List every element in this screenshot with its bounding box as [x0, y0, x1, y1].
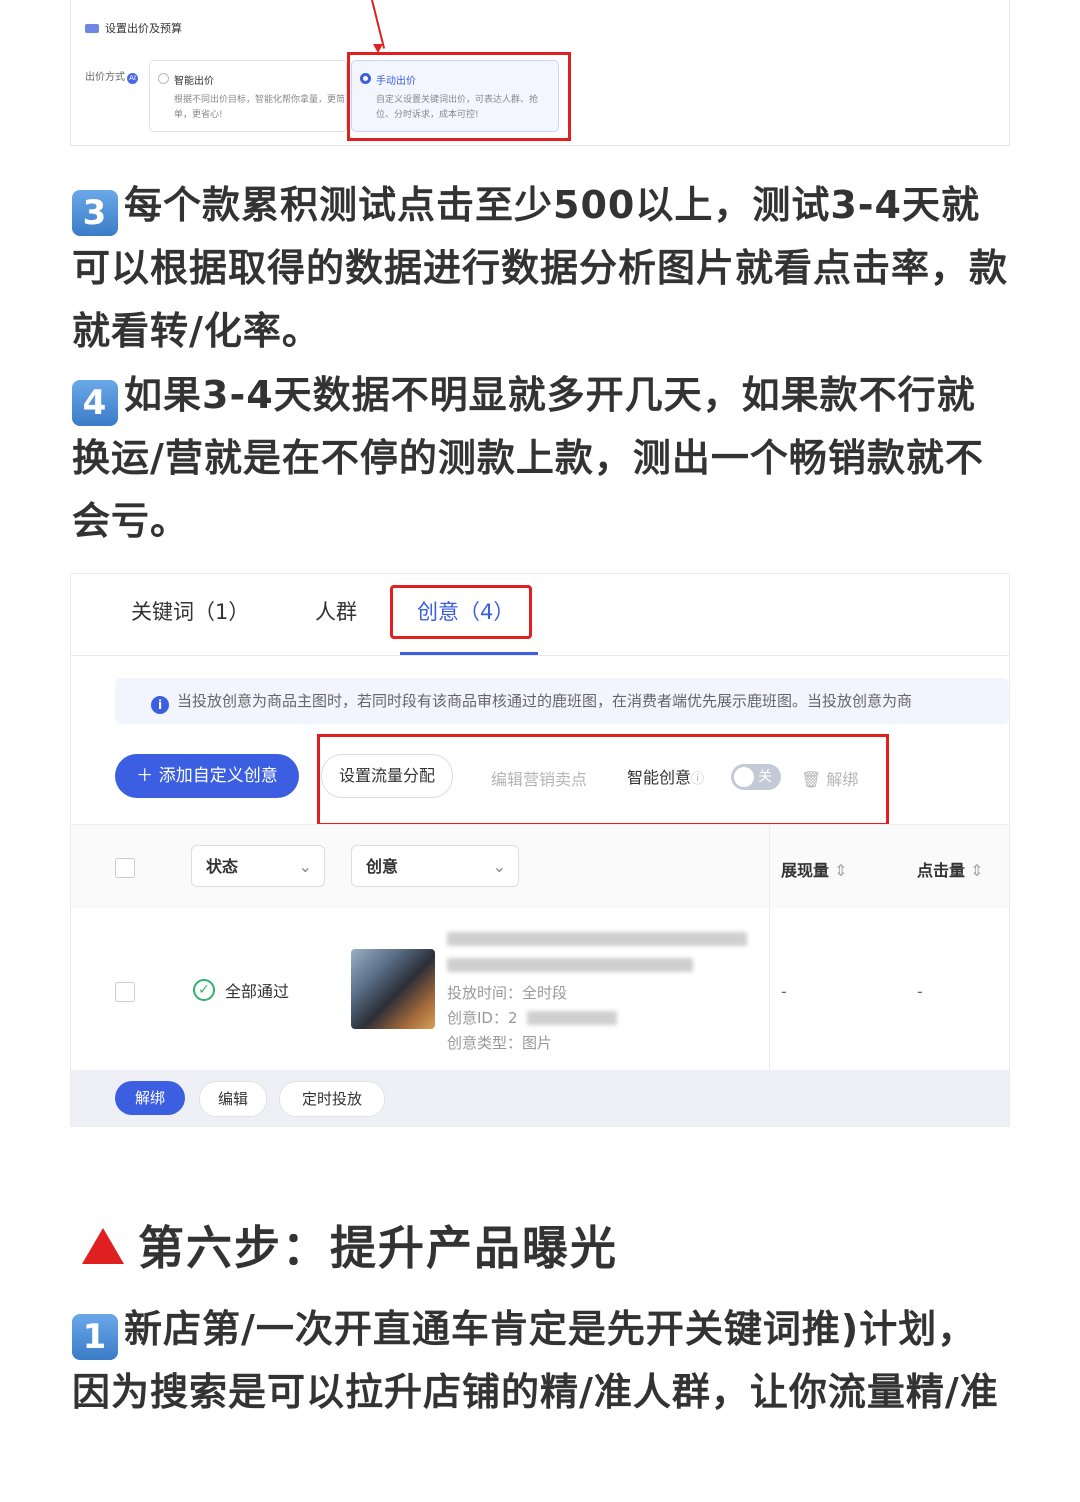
- row-schedule: 投放时间：全时段: [447, 984, 568, 1002]
- sort-icon[interactable]: ⇕: [829, 861, 847, 880]
- ai-icon: AI: [127, 73, 138, 84]
- row-creative-type: 创意类型：图片: [447, 1034, 553, 1052]
- keycap-3-icon: 3: [72, 190, 118, 236]
- red-triangle-icon: [82, 1228, 124, 1264]
- blurred-creative-title: [447, 932, 747, 946]
- highlight-box: [347, 52, 571, 141]
- bid-section-title: 设置出价及预算: [85, 20, 182, 36]
- annotation-arrow: [371, 0, 386, 49]
- tab-divider: [71, 655, 1009, 656]
- blurred-id: [527, 1011, 617, 1025]
- check-circle-icon: ✓: [193, 979, 215, 1001]
- table-row: ✓ 全部通过 投放时间：全时段 创意ID：2 创意类型：图片 - -: [71, 908, 1009, 1070]
- row-creative-id: 创意ID：2: [447, 1009, 518, 1027]
- highlight-box-toolbar: [317, 734, 889, 826]
- clicks-column-header[interactable]: 点击量 ⇕: [917, 857, 984, 881]
- status-filter-dropdown[interactable]: 状态 ⌄: [191, 845, 325, 887]
- chevron-down-icon: ⌄: [298, 857, 312, 876]
- tab-audience[interactable]: 人群: [315, 596, 357, 626]
- radio-unchecked-icon[interactable]: [158, 73, 169, 84]
- bulk-action-bar: 解绑 编辑 定时投放: [71, 1070, 1009, 1126]
- creative-thumbnail[interactable]: [351, 949, 435, 1029]
- wallet-icon: [85, 23, 99, 33]
- paragraph-step-4: 4 如果3-4天数据不明显就多开几天，如果款不行就换运/营就是在不停的测款上款，测…: [72, 373, 984, 543]
- edit-button[interactable]: 编辑: [199, 1081, 267, 1117]
- unbind-button[interactable]: 解绑: [115, 1081, 185, 1115]
- blurred-creative-subtitle: [447, 958, 693, 972]
- impressions-column-header[interactable]: 展现量 ⇕: [781, 857, 848, 881]
- row-checkbox[interactable]: [115, 982, 135, 1002]
- highlight-box-tab: [390, 585, 532, 639]
- row-status: 全部通过: [225, 982, 290, 1001]
- info-notice: i 当投放创意为商品主图时，若同时段有该商品审核通过的鹿班图，在消费者端优先展示鹿…: [115, 678, 1009, 724]
- creative-panel-screenshot: 关键词（1） 人群 创意（4） i 当投放创意为商品主图时，若同时段有该商品审核通…: [70, 573, 1010, 1127]
- select-all-checkbox[interactable]: [115, 858, 135, 878]
- bid-settings-screenshot: 设置出价及预算 出价方式 AI 智能出价 根据不同出价目标，智能化帮你拿量，更简单…: [70, 0, 1010, 146]
- creative-filter-dropdown[interactable]: 创意 ⌄: [351, 845, 519, 887]
- keycap-1-icon: 1: [72, 1314, 118, 1360]
- chevron-down-icon: ⌄: [492, 857, 506, 876]
- keycap-4-icon: 4: [72, 380, 118, 426]
- active-tab-indicator: [400, 652, 538, 655]
- row-clicks: -: [917, 982, 923, 1001]
- info-icon: i: [151, 696, 169, 714]
- row-impressions: -: [781, 982, 787, 1001]
- add-custom-creative-button[interactable]: ＋ 添加自定义创意: [115, 754, 299, 798]
- plus-icon: ＋: [136, 766, 159, 786]
- bid-method-label: 出价方式 AI: [85, 68, 138, 84]
- scheduled-delivery-button[interactable]: 定时投放: [279, 1081, 385, 1117]
- table-header: 状态 ⌄ 创意 ⌄ 展现量 ⇕ 点击量 ⇕: [71, 824, 1009, 910]
- paragraph-step-3: 3 每个款累积测试点击至少500以上，测试3-4天就可以根据取得的数据进行数据分析…: [72, 183, 1009, 353]
- sort-icon[interactable]: ⇕: [965, 861, 983, 880]
- step-six-heading: 第六步：提升产品曝光: [138, 1221, 618, 1275]
- smart-bid-option[interactable]: 智能出价 根据不同出价目标，智能化帮你拿量，更简单，更省心!: [149, 60, 347, 132]
- tab-keywords[interactable]: 关键词（1）: [131, 596, 249, 626]
- annotation-arrowhead: [373, 44, 383, 53]
- paragraph-step-1: 1 新店第/一次开直通车肯定是先开关键词推)计划，因为搜索是可以拉升店铺的精/准人…: [72, 1307, 999, 1414]
